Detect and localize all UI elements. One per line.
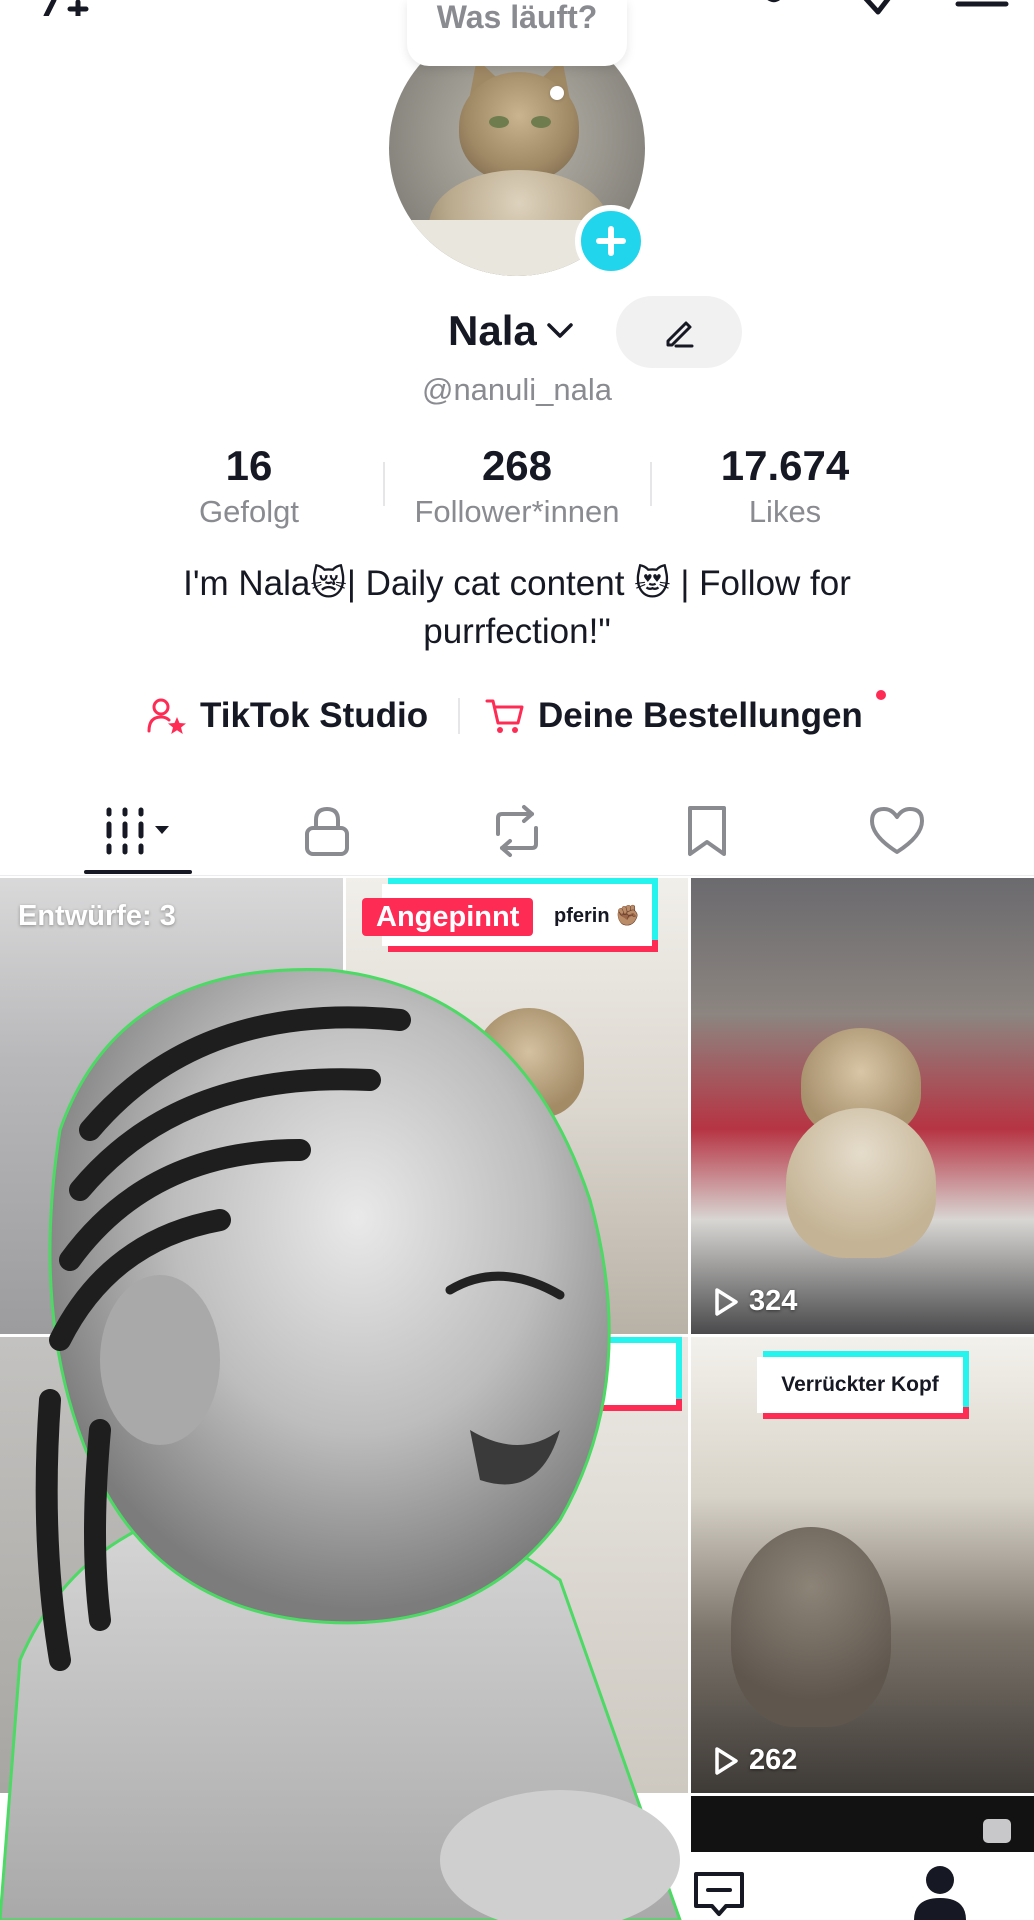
video-tile[interactable]: 324 [691,878,1034,1334]
tab-liked[interactable] [802,786,992,876]
profile-icon[interactable] [910,1864,970,1920]
share-icon[interactable] [854,0,910,16]
active-tab-indicator [84,870,192,874]
repost-icon [496,805,538,857]
content-tabs [0,786,1034,876]
notification-dot [876,690,886,700]
play-icon [715,1287,738,1316]
top-right-actions [754,0,1010,16]
bio-line: I'm Nala😿| Daily cat content 😻 | Follow … [183,564,851,603]
avatar-cat-eye [531,116,551,128]
view-count-value: 324 [749,1285,798,1317]
orders-link[interactable]: Deine Bestellungen [484,688,863,744]
profile-stats: 16 Gefolgt 268 Follower*innen 17.674 Lik… [0,440,1034,540]
name-switcher[interactable]: Nala [448,306,577,356]
tab-reposts[interactable] [422,786,612,876]
stat-label: Likes [748,494,822,529]
drafts-tile[interactable]: Entwürfe: 3 [0,878,343,1334]
video-tile[interactable] [346,1337,688,1793]
status-bubble-tail [550,86,564,100]
stat-label: Gefolgt [199,494,299,529]
stat-following[interactable]: 16 Gefolgt [129,440,369,532]
cart-icon [485,699,524,733]
user-star-icon [147,698,186,734]
avatar-cat-eye [489,116,509,128]
divider [650,462,652,506]
video-tile[interactable]: pferin ✊🏽 [346,878,688,1334]
stat-label: Follower*innen [414,494,620,529]
tab-videos[interactable] [42,786,232,876]
inbox-icon[interactable] [690,1870,748,1920]
stat-value: 16 [225,442,273,489]
view-count: 262 [713,1744,797,1777]
view-count: 324 [713,1285,797,1318]
edit-profile-button[interactable] [616,296,742,368]
video-grid: Entwürfe: 3 pferin ✊🏽 324 Verrückter Kop… [0,878,1034,1920]
stat-value: 268 [481,442,553,489]
chevron-down-icon [546,323,573,338]
drafts-label: Entwürfe: 3 [18,900,176,932]
heart-icon [870,807,924,854]
divider [383,462,385,506]
profile-bio: I'm Nala😿| Daily cat content 😻 | Follow … [100,560,934,656]
play-icon [715,1746,738,1775]
stat-value: 17.674 [720,442,850,489]
bookmark-icon [688,806,726,856]
tab-private[interactable] [232,786,422,876]
orders-label: Deine Bestellungen [538,696,863,735]
pencil-icon [666,321,694,348]
tab-favorites[interactable] [612,786,802,876]
profile-handle: @nanuli_nala [421,372,613,407]
stat-followers[interactable]: 268 Follower*innen [397,440,637,532]
plus-icon[interactable] [575,205,647,277]
add-user-icon[interactable] [34,0,114,16]
video-caption: Verrückter Kopf [757,1357,963,1413]
profile-name: Nala [448,307,537,354]
grid-icon [106,807,169,855]
bio-line: purrfection!" [423,612,611,651]
tiktok-studio-label: TikTok Studio [200,696,429,735]
lock-icon [305,806,349,856]
menu-icon[interactable] [954,0,1010,16]
divider [458,698,460,734]
pinned-badge: Angepinnt [362,898,534,936]
tiktok-studio-link[interactable]: TikTok Studio [146,688,428,744]
bottom-nav [640,1852,1034,1920]
video-caption [546,1343,676,1405]
status-bubble[interactable]: Was läuft? [407,0,627,100]
status-prompt: Was läuft? [436,0,598,35]
cat-figure [474,1008,584,1118]
multi-photo-icon [983,1819,1011,1843]
stat-likes[interactable]: 17.674 Likes [665,440,905,532]
video-tile[interactable]: Verrückter Kopf 262 [691,1337,1034,1793]
view-count-value: 262 [749,1744,798,1776]
cat-figure [731,1527,891,1727]
cat-figure [786,1108,936,1258]
video-tile[interactable] [0,1337,343,1793]
activity-icon[interactable] [754,0,810,16]
